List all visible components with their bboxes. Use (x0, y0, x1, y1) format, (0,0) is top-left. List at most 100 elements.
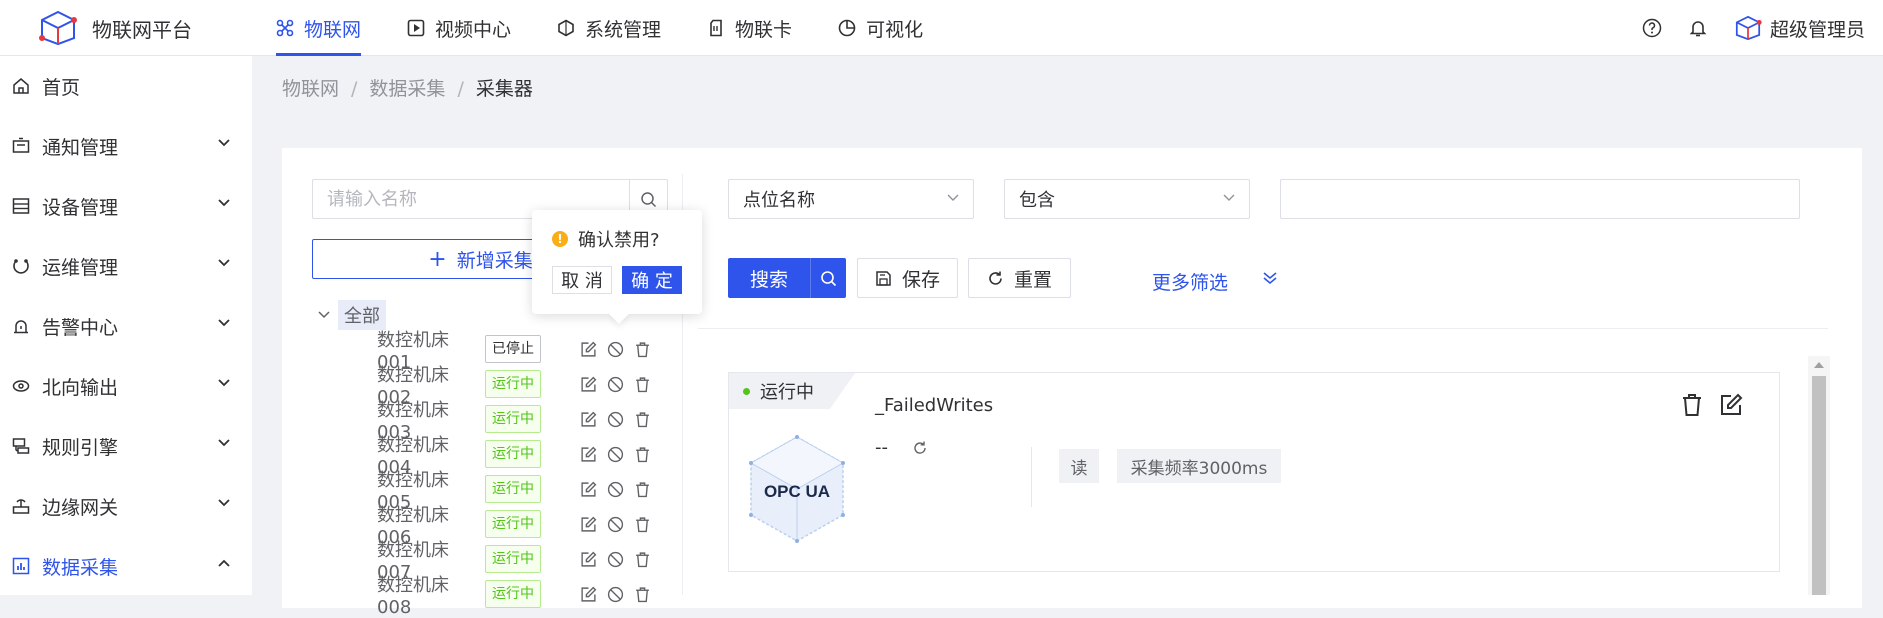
search-button[interactable]: 搜索 (728, 258, 846, 298)
delete-icon[interactable] (1681, 393, 1703, 417)
edit-icon[interactable] (580, 341, 597, 358)
operator-select[interactable]: 包含 (1004, 179, 1250, 219)
edit-icon[interactable] (580, 551, 597, 568)
delete-icon[interactable] (634, 446, 651, 463)
tree-root[interactable]: 全部 (318, 300, 386, 330)
delete-icon[interactable] (634, 411, 651, 428)
refresh-icon (989, 271, 1002, 285)
user-name[interactable]: 超级管理员 (1770, 15, 1865, 42)
notification-icon (12, 137, 30, 153)
tree-node[interactable]: 数控机床002 运行中 (377, 365, 541, 408)
tree-node[interactable]: 数控机床001 已停止 (377, 330, 541, 373)
nav-item-sim-card[interactable]: 物联卡 (707, 0, 792, 56)
scroll-thumb[interactable] (1812, 376, 1826, 595)
reset-button[interactable]: 重置 (968, 258, 1071, 298)
points-scrollbar[interactable] (1808, 356, 1830, 595)
sidebar-item-ops[interactable]: 运维管理 (0, 236, 252, 296)
delete-icon[interactable] (634, 481, 651, 498)
nav-item-video[interactable]: 视频中心 (407, 0, 511, 56)
save-icon (876, 270, 891, 286)
save-button[interactable]: 保存 (857, 258, 958, 298)
edit-icon[interactable] (580, 376, 597, 393)
delete-icon[interactable] (634, 516, 651, 533)
avatar[interactable] (1734, 14, 1762, 42)
edit-icon[interactable] (580, 481, 597, 498)
delete-icon[interactable] (634, 376, 651, 393)
tree-node[interactable]: 数控机床005 运行中 (377, 470, 541, 513)
delete-icon[interactable] (634, 341, 651, 358)
video-icon (407, 19, 425, 37)
search-icon (810, 258, 846, 298)
opc-ua-logo-text: OPC UA (764, 482, 830, 501)
sidebar-item-data-collect[interactable]: 数据采集 (0, 536, 252, 596)
frequency-tag: 采集频率3000ms (1117, 449, 1281, 483)
refresh-icon[interactable] (912, 440, 928, 456)
tree-node[interactable]: 数控机床008 运行中 (377, 575, 541, 618)
delete-icon[interactable] (634, 551, 651, 568)
disable-icon[interactable] (607, 341, 624, 358)
popconfirm-ok-button[interactable]: 确 定 (622, 266, 682, 294)
point-card[interactable]: 运行中 OPC UA _FailedWrites -- 读 采集频率3000ms (728, 372, 1780, 572)
sidebar-item-label: 首页 (42, 76, 81, 99)
plus-icon: + (428, 246, 447, 272)
sidebar-item-home[interactable]: 首页 (0, 56, 252, 116)
sidebar-item-gateway[interactable]: 边缘网关 (0, 476, 252, 536)
disable-icon[interactable] (607, 481, 624, 498)
nav-item-visual[interactable]: 可视化 (838, 0, 923, 56)
sidebar-item-label: 北向输出 (42, 376, 119, 399)
breadcrumb-item-data-collect[interactable]: 数据采集 (369, 78, 445, 100)
save-button-label: 保存 (901, 268, 940, 291)
sidebar-item-output[interactable]: 北向输出 (0, 356, 252, 416)
edit-icon[interactable] (580, 516, 597, 533)
alarm-icon (14, 320, 28, 334)
disable-popconfirm: ! 确认禁用? 取 消 确 定 (532, 210, 702, 324)
sidebar-item-label: 数据采集 (42, 556, 119, 579)
home-icon (13, 78, 29, 94)
chevron-down-icon[interactable] (318, 311, 330, 319)
field-select[interactable]: 点位名称 (728, 179, 974, 219)
chevron-down-icon (218, 499, 230, 507)
status-badge: 已停止 (485, 335, 541, 363)
access-tag: 读 (1059, 449, 1099, 483)
disable-icon[interactable] (607, 446, 624, 463)
chevron-down-icon (218, 139, 230, 147)
filter-value-input[interactable] (1280, 179, 1800, 219)
disable-icon[interactable] (607, 516, 624, 533)
sidebar-item-alarm[interactable]: 告警中心 (0, 296, 252, 356)
tree-node[interactable]: 数控机床007 运行中 (377, 540, 541, 583)
edit-icon[interactable] (580, 411, 597, 428)
disable-icon[interactable] (607, 551, 624, 568)
sidebar-item-label: 边缘网关 (42, 496, 119, 519)
point-status-label: 运行中 (760, 382, 814, 403)
point-value: -- (875, 437, 888, 458)
status-badge: 运行中 (485, 510, 541, 538)
scroll-up-arrow[interactable] (1814, 362, 1824, 368)
sidebar-item-notification[interactable]: 通知管理 (0, 116, 252, 176)
disable-icon[interactable] (607, 411, 624, 428)
tree-node-actions (580, 411, 651, 428)
sidebar-item-label: 通知管理 (42, 136, 119, 159)
sidebar-item-rule[interactable]: 规则引擎 (0, 416, 252, 476)
double-chevron-down-icon[interactable] (1262, 270, 1278, 286)
tree-node-name: 数控机床008 (377, 574, 449, 618)
tree-node[interactable]: 数控机床006 运行中 (377, 505, 541, 548)
popconfirm-cancel-button[interactable]: 取 消 (552, 266, 612, 294)
nav-item-iot[interactable]: 物联网 (276, 0, 362, 56)
breadcrumb-item-iot[interactable]: 物联网 (282, 78, 339, 100)
status-badge: 运行中 (485, 475, 541, 503)
tree-node[interactable]: 数控机床004 运行中 (377, 435, 541, 478)
tree-node-actions (580, 341, 651, 358)
sidebar-item-device[interactable]: 设备管理 (0, 176, 252, 236)
disable-icon[interactable] (607, 376, 624, 393)
help-icon[interactable] (1642, 18, 1662, 38)
sidebar: 首页 通知管理 设备管理 运维管理 告警中心 北向输出 规则引擎 边缘网关 数据… (0, 56, 252, 595)
nav-item-system[interactable]: 系统管理 (557, 0, 661, 56)
tree-node[interactable]: 数控机床003 运行中 (377, 400, 541, 443)
more-filter-link[interactable]: 更多筛选 (1152, 268, 1228, 295)
chevron-down-icon (218, 259, 230, 267)
bell-icon[interactable] (1688, 18, 1708, 38)
edit-icon[interactable] (1719, 393, 1743, 417)
popconfirm-title-text: 确认禁用? (578, 230, 660, 251)
edit-icon[interactable] (580, 446, 597, 463)
iot-icon (276, 19, 294, 37)
